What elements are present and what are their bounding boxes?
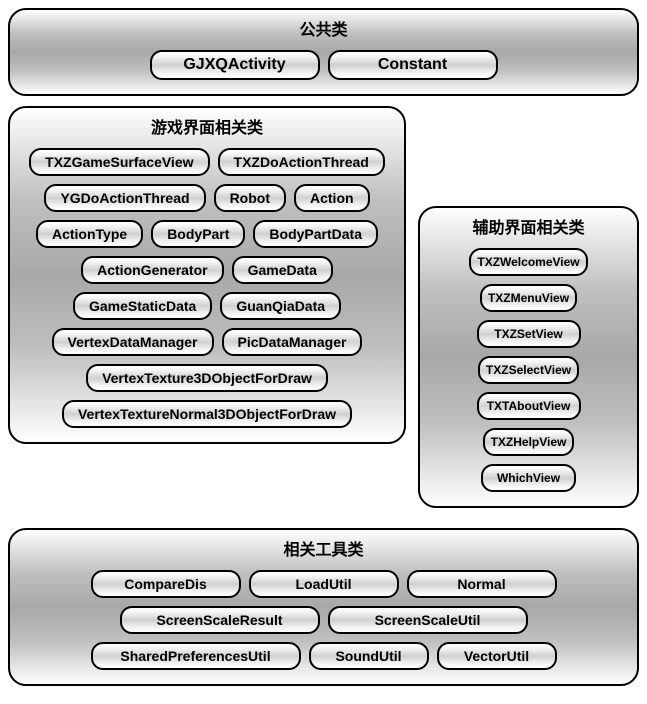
public-class-title: 公共类 [20,16,627,40]
class-node: GJXQActivity [150,50,320,80]
aux-ui-panel: 辅助界面相关类 TXZWelcomeView TXZMenuView TXZSe… [418,206,639,508]
tool-class-panel: 相关工具类 CompareDis LoadUtil Normal ScreenS… [8,528,639,686]
class-node: TXZHelpView [483,428,575,456]
class-node: TXZDoActionThread [218,148,385,176]
class-node: VectorUtil [437,642,557,670]
class-node: GuanQiaData [220,292,341,320]
class-node: TXZWelcomeView [469,248,587,276]
game-ui-title: 游戏界面相关类 [20,114,394,138]
class-node: WhichView [481,464,576,492]
class-node: CompareDis [91,570,241,598]
class-node: Normal [407,570,557,598]
class-node: SharedPreferencesUtil [91,642,301,670]
class-node: ScreenScaleUtil [328,606,528,634]
class-node: BodyPartData [253,220,378,248]
class-node: VertexDataManager [52,328,214,356]
class-node: TXZGameSurfaceView [29,148,209,176]
class-node: GameData [232,256,333,284]
class-node: BodyPart [151,220,245,248]
class-node: TXZMenuView [480,284,577,312]
class-node: ActionGenerator [81,256,223,284]
class-node: TXZSetView [477,320,581,348]
class-node: ScreenScaleResult [120,606,320,634]
class-node: SoundUtil [309,642,429,670]
class-node: VertexTexture3DObjectForDraw [86,364,328,392]
class-node: ActionType [36,220,143,248]
class-node: TXTAboutView [477,392,581,420]
aux-ui-title: 辅助界面相关类 [430,214,627,238]
class-node: TXZSelectView [478,356,579,384]
class-node: GameStaticData [73,292,212,320]
class-node: Robot [214,184,286,212]
class-node: Constant [328,50,498,80]
class-node: VertexTextureNormal3DObjectForDraw [62,400,352,428]
class-node: PicDataManager [222,328,363,356]
class-node: LoadUtil [249,570,399,598]
tool-class-title: 相关工具类 [20,536,627,560]
class-node: Action [294,184,370,212]
class-node: YGDoActionThread [44,184,205,212]
public-class-panel: 公共类 GJXQActivity Constant [8,8,639,96]
game-ui-panel: 游戏界面相关类 TXZGameSurfaceView TXZDoActionTh… [8,106,406,444]
